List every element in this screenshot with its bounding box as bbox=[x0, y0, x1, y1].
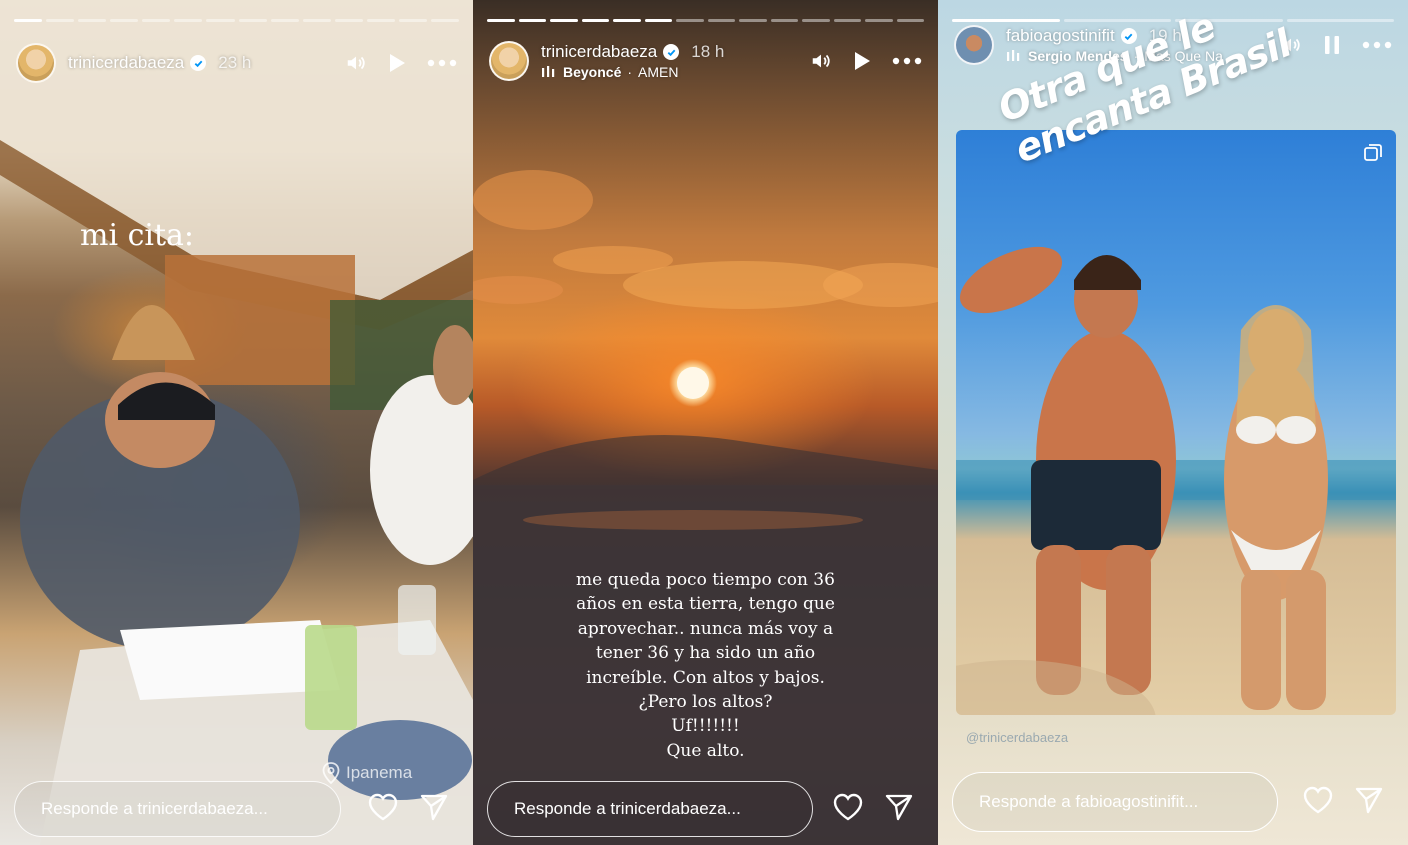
caption-line: aprovechar.. nunca más voy a bbox=[577, 618, 834, 639]
progress-segment bbox=[14, 19, 43, 22]
story-panel-1[interactable]: trinicerdabaeza 23 h mi cita: Ipanema Re… bbox=[0, 0, 473, 845]
progress-segment bbox=[142, 19, 171, 22]
story-header: trinicerdabaeza 23 h bbox=[16, 40, 457, 86]
user-avatar[interactable] bbox=[16, 43, 56, 83]
progress-segment bbox=[518, 19, 546, 22]
story-panel-2[interactable]: trinicerdabaeza 18 h Beyoncé · AMEN me q… bbox=[473, 0, 938, 845]
progress-segment bbox=[550, 19, 578, 22]
progress-segment bbox=[707, 19, 735, 22]
progress-segment bbox=[644, 19, 672, 22]
play-icon[interactable] bbox=[852, 50, 872, 72]
progress-segment bbox=[238, 19, 267, 22]
repost-icon bbox=[1364, 144, 1382, 161]
user-avatar[interactable] bbox=[489, 41, 529, 81]
music-bars-icon bbox=[542, 66, 555, 77]
progress-segment bbox=[398, 19, 428, 22]
username[interactable]: trinicerdabaeza bbox=[68, 53, 184, 73]
story-progress-bar bbox=[14, 19, 460, 22]
verified-badge-icon bbox=[190, 55, 207, 71]
progress-segment bbox=[770, 19, 798, 22]
progress-segment bbox=[174, 19, 203, 22]
heart-icon[interactable] bbox=[832, 792, 864, 827]
music-title: AMEN bbox=[638, 64, 679, 80]
progress-segment bbox=[270, 19, 299, 22]
caption-line: Que alto. bbox=[666, 740, 745, 761]
music-separator: · bbox=[627, 64, 633, 80]
post-time: 23 h bbox=[218, 53, 252, 72]
progress-segment bbox=[302, 19, 331, 22]
reposted-story-card[interactable] bbox=[956, 130, 1396, 715]
progress-segment bbox=[802, 19, 830, 22]
progress-segment bbox=[833, 19, 861, 22]
progress-segment bbox=[896, 19, 924, 22]
reply-placeholder: Responde a trinicerdabaeza... bbox=[41, 799, 268, 818]
reply-input[interactable]: Responde a trinicerdabaeza... bbox=[487, 781, 813, 837]
reply-input[interactable]: Responde a trinicerdabaeza... bbox=[14, 781, 341, 837]
story-progress-bar bbox=[487, 19, 924, 22]
post-time: 18 h bbox=[691, 42, 725, 61]
caption-line: años en esta tierra, tengo que bbox=[576, 594, 835, 615]
progress-segment bbox=[110, 19, 139, 22]
music-artist: Beyoncé bbox=[563, 64, 622, 80]
progress-segment bbox=[366, 19, 395, 22]
story-header: trinicerdabaeza 18 h Beyoncé · AMEN bbox=[489, 38, 922, 84]
reply-placeholder: Responde a fabioagostinifit... bbox=[979, 792, 1199, 811]
caption-line: me queda poco tiempo con 36 bbox=[576, 570, 835, 590]
speaker-icon[interactable] bbox=[345, 52, 367, 74]
heart-icon[interactable] bbox=[367, 792, 399, 827]
progress-segment bbox=[78, 19, 107, 22]
more-icon[interactable] bbox=[1362, 41, 1392, 49]
reply-input[interactable]: Responde a fabioagostinifit... bbox=[952, 772, 1278, 832]
beach-photo bbox=[956, 246, 1396, 715]
caption-line: Uf!!!!!!! bbox=[671, 716, 740, 737]
reply-placeholder: Responde a trinicerdabaeza... bbox=[514, 799, 741, 818]
more-icon[interactable] bbox=[427, 59, 457, 67]
repost-handle[interactable]: @trinicerdabaeza bbox=[966, 730, 1068, 745]
reply-bar: Responde a fabioagostinifit... bbox=[952, 759, 1394, 845]
progress-segment bbox=[676, 19, 704, 22]
restaurant-scene bbox=[0, 0, 473, 845]
music-bars-icon bbox=[1007, 50, 1020, 61]
progress-segment bbox=[865, 19, 893, 22]
progress-segment bbox=[739, 19, 767, 22]
progress-segment bbox=[206, 19, 235, 22]
caption-line: ¿Pero los altos? bbox=[638, 692, 773, 713]
username[interactable]: trinicerdabaeza bbox=[541, 42, 657, 62]
username[interactable]: fabioagostinifit bbox=[1006, 26, 1115, 46]
caption-line: increíble. Con altos y bajos. bbox=[586, 667, 825, 688]
progress-segment bbox=[487, 19, 515, 22]
send-icon[interactable] bbox=[884, 792, 914, 827]
progress-segment bbox=[613, 19, 641, 22]
progress-segment bbox=[46, 19, 75, 22]
more-icon[interactable] bbox=[892, 57, 922, 65]
progress-segment bbox=[334, 19, 363, 22]
verified-badge-icon bbox=[663, 44, 680, 60]
progress-segment bbox=[581, 19, 609, 22]
heart-icon[interactable] bbox=[1302, 785, 1334, 820]
play-icon[interactable] bbox=[387, 52, 407, 74]
user-avatar[interactable] bbox=[954, 25, 994, 65]
reply-bar: Responde a trinicerdabaeza... bbox=[14, 773, 459, 845]
story-text-overlay: mi cita: bbox=[80, 218, 195, 253]
music-info[interactable]: Beyoncé · AMEN bbox=[541, 64, 724, 80]
speaker-icon[interactable] bbox=[810, 50, 832, 72]
progress-segment bbox=[431, 19, 460, 22]
send-icon[interactable] bbox=[419, 792, 449, 827]
caption-line: tener 36 y ha sido un año bbox=[595, 643, 816, 664]
story-caption: me queda poco tiempo con 36 años en esta … bbox=[553, 568, 858, 763]
send-icon[interactable] bbox=[1354, 785, 1384, 820]
reply-bar: Responde a trinicerdabaeza... bbox=[487, 773, 924, 845]
